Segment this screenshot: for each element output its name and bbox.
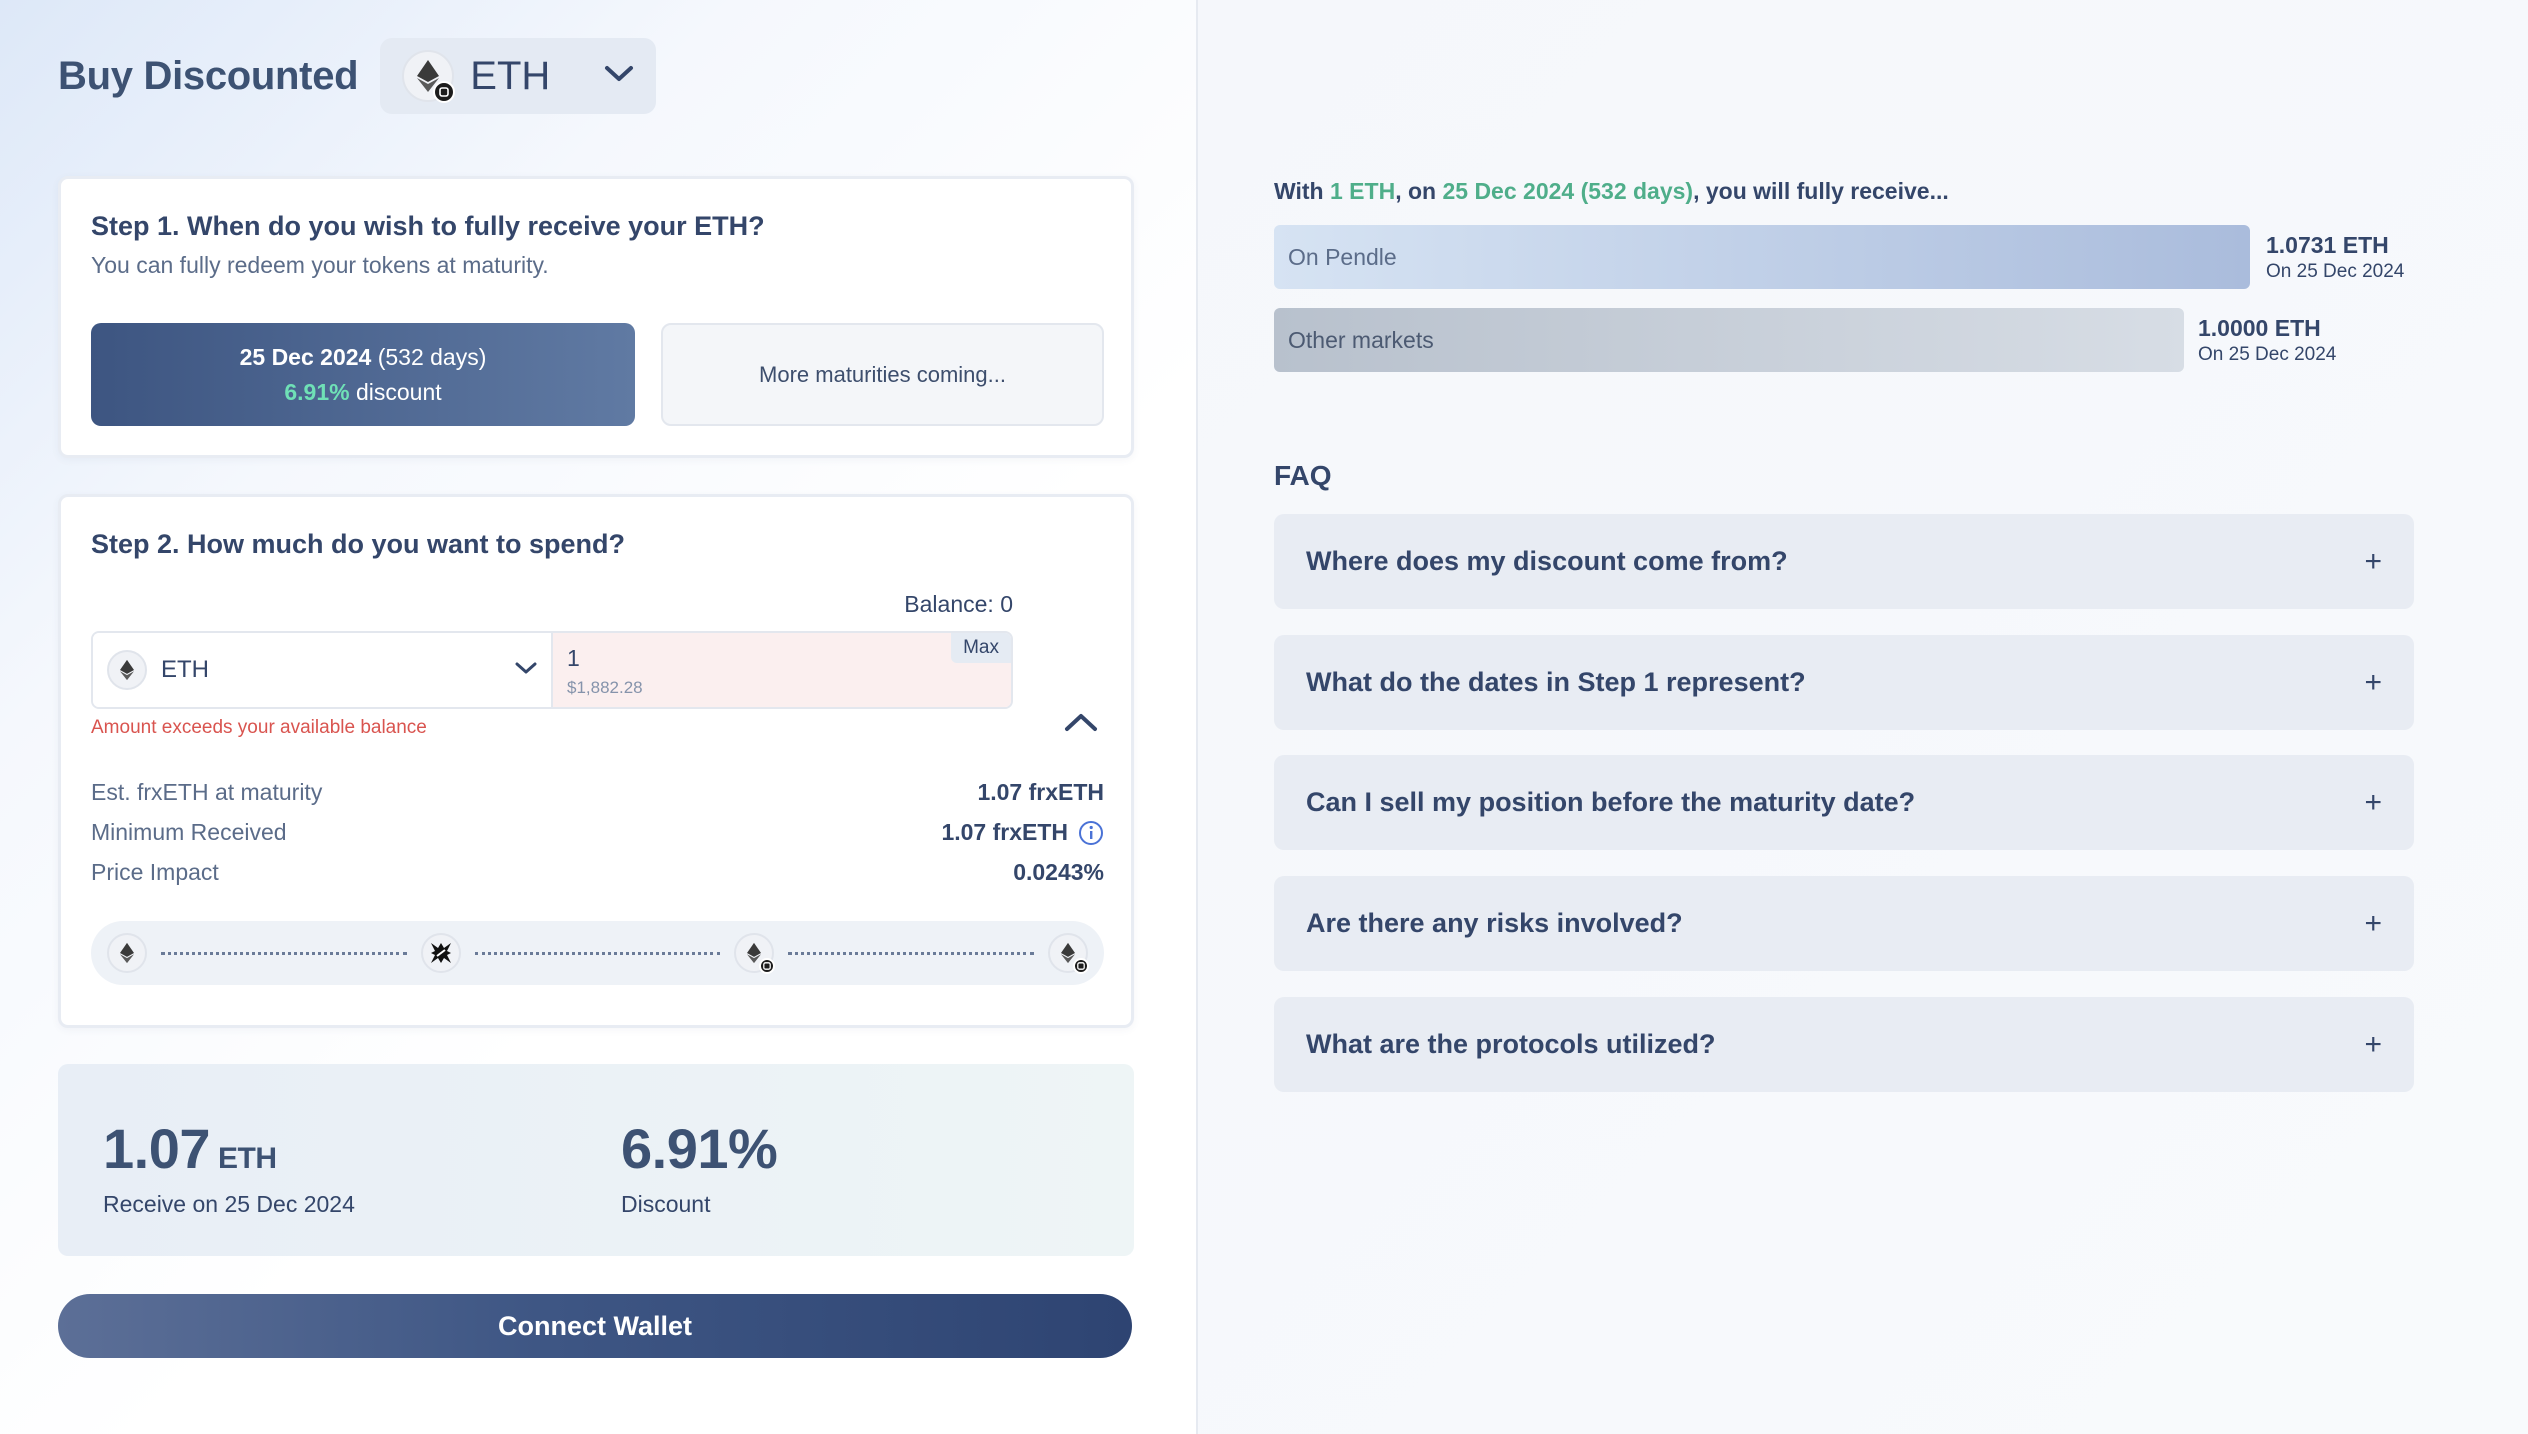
balance-text: Balance: 0 [904,591,1013,617]
connect-wallet-button[interactable]: Connect Wallet [58,1294,1132,1358]
plus-icon: + [2364,665,2382,699]
bar-value-pendle: 1.0731 ETH On 25 Dec 2024 [2266,232,2404,283]
chevron-up-icon[interactable] [1064,711,1098,738]
route-connector [788,951,1035,955]
faq-title: FAQ [1274,460,1332,491]
faq-question: What are the protocols utilized? [1306,1029,1716,1059]
spend-input-row: ETH 1 $1,882.28 Max [91,631,1013,709]
comparison-bar-other: Other markets [1274,308,2184,372]
stat-value: 1.07 frxETH [977,779,1104,805]
bar-date: On 25 Dec 2024 [2198,344,2337,365]
summary-amount: 1.07 [103,1117,211,1180]
stat-value-wrap: 1.07 frxETH [941,819,1104,846]
swap-route [91,921,1104,985]
maturity-days: (532 days) [377,343,487,370]
bar-date: On 25 Dec 2024 [2266,261,2405,282]
plus-icon: + [2364,544,2382,578]
route-connector [474,951,721,955]
eth-icon [107,933,147,973]
receive-mid: , on [1395,178,1443,204]
summary-card: 1.07 ETH Receive on 25 Dec 2024 6.91% Dis… [58,1064,1134,1256]
comparison-bar-pendle: On Pendle [1274,225,2250,289]
plus-icon: + [2364,906,2382,940]
faq-item[interactable]: Are there any risks involved? + [1274,876,2414,971]
left-panel: Buy Discounted ETH Step 1. When do you w… [0,0,1196,1434]
summary-unit: ETH [218,1142,277,1175]
stat-label: Est. frxETH at maturity [91,779,323,805]
bar-value-other: 1.0000 ETH On 25 Dec 2024 [2198,315,2336,366]
balance-error-text: Amount exceeds your available balance [91,717,427,738]
spend-token-label: ETH [161,656,209,683]
faq-question: Can I sell my position before the maturi… [1306,787,1916,817]
stat-row-price-impact: Price Impact 0.0243% [91,859,1104,886]
bar-value: 1.0731 ETH [2266,232,2389,258]
stat-row-minimum: Minimum Received 1.07 frxETH [91,819,1104,846]
maturity-option-selected[interactable]: 25 Dec 2024 (532 days) 6.91% discount [91,323,635,426]
step1-card: Step 1. When do you wish to fully receiv… [58,176,1134,458]
maturity-date: 25 Dec 2024 [239,343,372,370]
faq-item[interactable]: Where does my discount come from? + [1274,514,2414,609]
summary-amount-label: Receive on 25 Dec 2024 [103,1191,355,1217]
token-selector[interactable]: ETH [380,38,657,114]
faq-item[interactable]: What are the protocols utilized? + [1274,997,2414,1092]
step1-title: Step 1. When do you wish to fully receiv… [91,211,765,241]
step1-subtitle: You can fully redeem your tokens at matu… [91,252,549,278]
stat-value: 0.0243% [1013,859,1104,885]
plus-icon: + [2364,1027,2382,1061]
faq-question: What do the dates in Step 1 represent? [1306,667,1806,697]
chevron-down-icon [515,661,537,680]
stat-label: Minimum Received [91,819,287,845]
pendle-eth-icon [402,50,456,103]
step2-card: Step 2. How much do you want to spend? B… [58,494,1134,1028]
spend-amount-value: 1 [567,645,580,671]
info-icon[interactable] [1078,820,1104,846]
more-maturities-button[interactable]: More maturities coming... [661,323,1104,426]
summary-discount-label: Discount [621,1191,711,1217]
faq-item[interactable]: What do the dates in Step 1 represent? + [1274,635,2414,730]
step2-title: Step 2. How much do you want to spend? [91,529,626,559]
receive-prefix: With [1274,178,1330,204]
maturity-discount-label: discount [355,378,442,405]
faq-question: Are there any risks involved? [1306,908,1683,938]
spend-token-selector[interactable]: ETH [93,633,553,707]
chevron-down-icon [604,64,634,89]
bar-value: 1.0000 ETH [2198,315,2321,341]
receive-headline: With 1 ETH, on 25 Dec 2024 (532 days), y… [1274,178,1949,205]
summary-receive: 1.07 ETH Receive on 25 Dec 2024 [103,1116,355,1218]
eth-icon [107,650,147,690]
receive-suffix: , you will fully receive... [1693,178,1949,204]
stat-row-est: Est. frxETH at maturity 1.07 frxETH [91,779,1104,806]
faq-question: Where does my discount come from? [1306,546,1788,576]
receive-date: 25 Dec 2024 (532 days) [1442,178,1694,204]
right-panel: With 1 ETH, on 25 Dec 2024 (532 days), y… [1198,0,2528,1434]
token-selector-label: ETH [470,53,551,98]
frax-icon [420,933,461,973]
max-button[interactable]: Max [951,633,1011,663]
route-connector [161,951,407,955]
page-header: Buy Discounted ETH [58,38,657,114]
receive-amount: 1 ETH [1330,178,1396,204]
summary-discount-value: 6.91% [621,1117,778,1180]
stat-value: 1.07 frxETH [941,819,1068,845]
stat-label: Price Impact [91,859,219,885]
pendle-eth-icon [1048,933,1090,974]
faq-item[interactable]: Can I sell my position before the maturi… [1274,755,2414,850]
maturity-discount-value: 6.91% [284,378,350,405]
page-title: Buy Discounted [58,53,359,98]
summary-discount: 6.91% Discount [621,1116,778,1218]
pendle-eth-icon [734,933,776,974]
spend-amount-usd: $1,882.28 [567,678,643,697]
bar-label: On Pendle [1288,243,1397,270]
plus-icon: + [2364,785,2382,819]
spend-amount-input[interactable]: 1 $1,882.28 Max [553,633,1011,707]
bar-label: Other markets [1288,326,1434,353]
